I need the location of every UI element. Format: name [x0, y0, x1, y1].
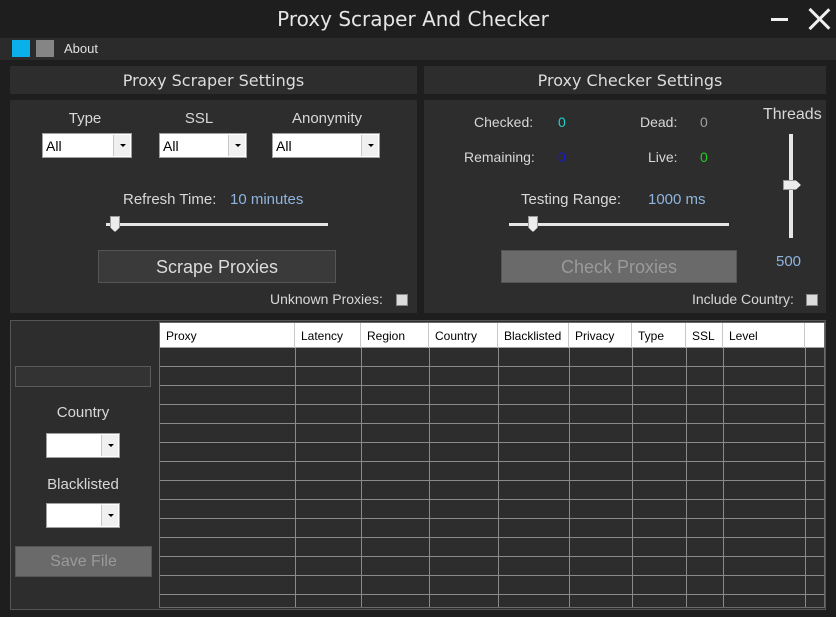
check-proxies-button[interactable]: Check Proxies: [501, 250, 737, 283]
column-header-proxy[interactable]: Proxy: [160, 323, 295, 348]
table-row[interactable]: [160, 576, 824, 595]
proxy-table[interactable]: Proxy Latency Region Country Blacklisted…: [159, 322, 825, 608]
table-row[interactable]: [160, 424, 824, 443]
column-header-ssl[interactable]: SSL: [686, 323, 723, 348]
chevron-down-icon[interactable]: [361, 135, 378, 156]
ssl-label: SSL: [184, 110, 214, 127]
table-row[interactable]: [160, 367, 824, 386]
remaining-label: Remaining:: [464, 149, 535, 165]
theme-blue-swatch[interactable]: [12, 40, 30, 57]
table-row[interactable]: [160, 500, 824, 519]
window-title: Proxy Scraper And Checker: [277, 7, 549, 31]
table-row[interactable]: [160, 519, 824, 538]
anonymity-select[interactable]: All: [272, 133, 380, 158]
column-header-type[interactable]: Type: [632, 323, 686, 348]
column-header-blacklisted[interactable]: Blacklisted: [498, 323, 569, 348]
save-file-button[interactable]: Save File: [15, 546, 152, 577]
column-divider: [569, 348, 570, 607]
about-menu-item[interactable]: About: [64, 41, 98, 56]
table-row[interactable]: [160, 557, 824, 576]
anonymity-select-value: All: [276, 138, 292, 154]
chevron-down-icon[interactable]: [113, 135, 130, 156]
close-icon[interactable]: [808, 8, 830, 30]
unknown-proxies-checkbox[interactable]: [396, 294, 408, 306]
refresh-time-value: 10 minutes: [230, 191, 304, 208]
testing-range-label: Testing Range:: [521, 191, 622, 208]
theme-gray-swatch[interactable]: [36, 40, 54, 57]
live-count: 0: [700, 149, 708, 165]
type-select[interactable]: All: [42, 133, 132, 158]
country-filter-label: Country: [56, 404, 110, 421]
table-row[interactable]: [160, 595, 824, 607]
scraper-header: Proxy Scraper Settings: [122, 71, 305, 90]
column-header-privacy[interactable]: Privacy: [569, 323, 632, 348]
minimize-icon[interactable]: [771, 18, 788, 21]
anonymity-label: Anonymity: [291, 110, 363, 127]
column-divider: [805, 348, 806, 607]
testing-range-slider[interactable]: [509, 223, 729, 226]
checker-header: Proxy Checker Settings: [537, 71, 723, 90]
table-row[interactable]: [160, 348, 824, 367]
threads-label: Threads: [763, 106, 822, 123]
column-divider: [632, 348, 633, 607]
column-header-latency[interactable]: Latency: [295, 323, 361, 348]
table-row[interactable]: [160, 462, 824, 481]
column-divider: [498, 348, 499, 607]
scrape-proxies-button[interactable]: Scrape Proxies: [98, 250, 336, 283]
include-country-checkbox[interactable]: [806, 294, 818, 306]
column-divider: [686, 348, 687, 607]
dead-count: 0: [700, 114, 708, 130]
unknown-proxies-label: Unknown Proxies:: [270, 291, 383, 307]
filter-search-input[interactable]: [15, 366, 151, 387]
chevron-down-icon[interactable]: [101, 435, 118, 456]
blacklisted-filter-label: Blacklisted: [47, 476, 119, 493]
dead-label: Dead:: [640, 114, 678, 130]
column-header-region[interactable]: Region: [361, 323, 429, 348]
ssl-select-value: All: [163, 138, 179, 154]
blacklisted-filter-select[interactable]: [46, 503, 120, 528]
threads-value: 500: [776, 253, 802, 270]
type-select-value: All: [46, 138, 62, 154]
live-label: Live:: [648, 149, 678, 165]
menu-bar: [0, 38, 836, 60]
column-divider: [723, 348, 724, 607]
table-row[interactable]: [160, 405, 824, 424]
ssl-select[interactable]: All: [159, 133, 247, 158]
table-row[interactable]: [160, 386, 824, 405]
refresh-time-label: Refresh Time:: [123, 191, 217, 208]
column-header-level[interactable]: Level: [723, 323, 805, 348]
chevron-down-icon[interactable]: [101, 505, 118, 526]
column-header-country[interactable]: Country: [429, 323, 498, 348]
table-row[interactable]: [160, 443, 824, 462]
remaining-count: 0: [558, 149, 566, 165]
chevron-down-icon[interactable]: [228, 135, 245, 156]
table-row[interactable]: [160, 538, 824, 557]
include-country-label: Include Country:: [692, 291, 794, 307]
checked-count: 0: [558, 114, 566, 130]
column-divider: [429, 348, 430, 607]
testing-range-value: 1000 ms: [648, 191, 706, 208]
column-divider: [361, 348, 362, 607]
type-label: Type: [68, 110, 102, 127]
table-row[interactable]: [160, 481, 824, 500]
refresh-time-slider[interactable]: [106, 223, 328, 226]
country-filter-select[interactable]: [46, 433, 120, 458]
column-divider: [295, 348, 296, 607]
checked-label: Checked:: [474, 114, 534, 130]
table-header: Proxy Latency Region Country Blacklisted…: [160, 323, 824, 348]
